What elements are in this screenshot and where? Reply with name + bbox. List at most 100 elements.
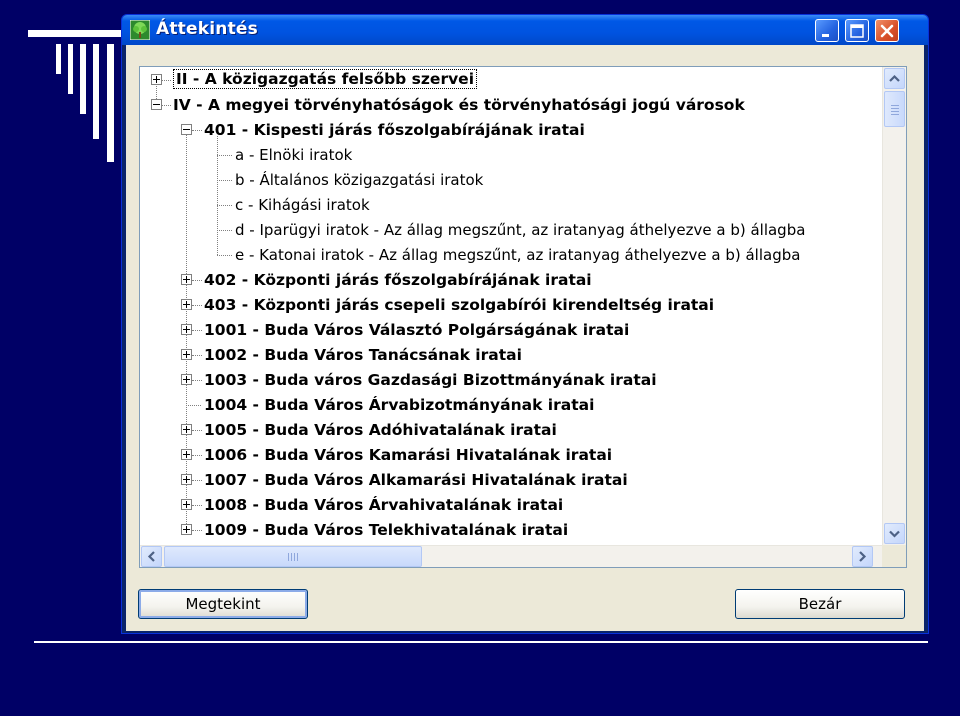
tree-node[interactable]: c - Kihágási iratok: [140, 193, 870, 218]
tree-connector-line: [192, 480, 202, 481]
scroll-down-button[interactable]: [884, 523, 905, 544]
expand-icon[interactable]: [181, 324, 192, 335]
tree-node-label[interactable]: 1007 - Buda Város Alkamarási Hivatalának…: [204, 471, 628, 489]
tree-node[interactable]: 403 - Központi járás csepeli szolgabírói…: [140, 293, 870, 318]
tree-connector-line: [186, 405, 201, 406]
tree-node-label[interactable]: 1006 - Buda Város Kamarási Hivatalának i…: [204, 446, 612, 464]
tree-node-label[interactable]: II - A közigazgatás felsőbb szervei: [173, 69, 478, 89]
tree-connector-line: [217, 255, 232, 256]
scroll-left-button[interactable]: [141, 546, 162, 567]
tree-connector-line: [217, 205, 232, 206]
chevron-down-icon: [889, 530, 900, 538]
tree-node[interactable]: 1001 - Buda Város Választó Polgárságának…: [140, 318, 870, 343]
tree-node-label[interactable]: 1004 - Buda Város Árvabizotmányának irat…: [204, 396, 594, 414]
tree-connector-line: [192, 130, 202, 131]
tree-node-label[interactable]: IV - A megyei törvényhatóságok és törvén…: [173, 96, 745, 114]
window-title: Áttekintés: [156, 19, 258, 39]
close-button[interactable]: [875, 19, 899, 42]
tree-node-label[interactable]: b - Általános közigazgatási iratok: [235, 171, 483, 189]
tree-connector-line: [192, 355, 202, 356]
tree-connector-line: [192, 330, 202, 331]
tree-node[interactable]: II - A közigazgatás felsőbb szervei: [140, 68, 870, 93]
tree-connector-line: [162, 105, 171, 106]
expand-icon[interactable]: [181, 474, 192, 485]
tree-node-label[interactable]: 1003 - Buda város Gazdasági Bizottmányán…: [204, 371, 657, 389]
tree-node[interactable]: 1006 - Buda Város Kamarási Hivatalának i…: [140, 443, 870, 468]
minimize-icon: [822, 34, 829, 37]
tree-connector-line: [162, 80, 171, 81]
tree-node-label[interactable]: 1009 - Buda Város Telekhivatalának irata…: [204, 521, 568, 539]
tree-connector-line: [192, 430, 202, 431]
expand-icon[interactable]: [181, 424, 192, 435]
vertical-scrollbar[interactable]: [882, 67, 906, 546]
tree-node-label[interactable]: 403 - Központi járás csepeli szolgabírói…: [204, 296, 714, 314]
horizontal-scrollbar[interactable]: [140, 545, 884, 567]
tree-node[interactable]: 1004 - Buda Város Árvabizotmányának irat…: [140, 393, 870, 418]
tree-node-label[interactable]: 1002 - Buda Város Tanácsának iratai: [204, 346, 522, 364]
chevron-left-icon: [147, 551, 155, 562]
chevron-right-icon: [859, 551, 867, 562]
tree-connector-line: [192, 455, 202, 456]
tree-node[interactable]: 1003 - Buda város Gazdasági Bizottmányán…: [140, 368, 870, 393]
maximize-icon: [850, 24, 864, 38]
close-dialog-button[interactable]: Bezár: [735, 589, 905, 619]
tree-node-label[interactable]: 1008 - Buda Város Árvahivatalának iratai: [204, 496, 563, 514]
tree-connector-line: [217, 230, 232, 231]
tree-rows: II - A közigazgatás felsőbb szervei IV - …: [140, 67, 870, 546]
overview-window: Áttekintés II - A közigazgatás felsőbb s…: [121, 14, 929, 634]
expand-icon[interactable]: [181, 349, 192, 360]
expand-icon[interactable]: [181, 449, 192, 460]
tree-node[interactable]: 402 - Központi járás főszolgabírájának i…: [140, 268, 870, 293]
view-button[interactable]: Megtekint: [138, 589, 308, 619]
tree-node[interactable]: 1008 - Buda Város Árvahivatalának iratai: [140, 493, 870, 518]
dialog-body: II - A közigazgatás felsőbb szervei IV - …: [126, 45, 924, 631]
expand-icon[interactable]: [181, 524, 192, 535]
minimize-button[interactable]: [815, 19, 839, 42]
tree-connector-line: [192, 280, 202, 281]
tree-node[interactable]: 401 - Kispesti járás főszolgabírájának i…: [140, 118, 870, 143]
tree-connector-line: [217, 180, 232, 181]
maximize-button[interactable]: [845, 19, 869, 42]
tree-connector-line: [192, 505, 202, 506]
collapse-icon[interactable]: [151, 99, 162, 110]
tree-node[interactable]: b - Általános közigazgatási iratok: [140, 168, 870, 193]
tree-node-label[interactable]: e - Katonai iratok - Az állag megszűnt, …: [235, 246, 800, 264]
tree-node[interactable]: 1007 - Buda Város Alkamarási Hivatalának…: [140, 468, 870, 493]
tree-node[interactable]: 1002 - Buda Város Tanácsának iratai: [140, 343, 870, 368]
slide-decoration-bars: [28, 30, 124, 170]
collapse-icon[interactable]: [181, 124, 192, 135]
tree-node[interactable]: IV - A megyei törvényhatóságok és törvén…: [140, 93, 870, 118]
tree-node-label[interactable]: 1001 - Buda Város Választó Polgárságának…: [204, 321, 629, 339]
expand-icon[interactable]: [181, 499, 192, 510]
tree-node-label[interactable]: c - Kihágási iratok: [235, 196, 370, 214]
expand-icon[interactable]: [181, 299, 192, 310]
tree-node-label[interactable]: 402 - Központi járás főszolgabírájának i…: [204, 271, 592, 289]
tree-node[interactable]: 1009 - Buda Város Telekhivatalának irata…: [140, 518, 870, 543]
scroll-up-button[interactable]: [884, 68, 905, 89]
horizontal-scroll-thumb[interactable]: [164, 546, 422, 567]
tree-connector-line: [192, 305, 202, 306]
vertical-scroll-thumb[interactable]: [884, 91, 905, 127]
tree-node[interactable]: d - Iparügyi iratok - Az állag megszűnt,…: [140, 218, 870, 243]
expand-icon[interactable]: [181, 274, 192, 285]
tree-node-label[interactable]: a - Elnöki iratok: [235, 146, 352, 164]
expand-icon[interactable]: [181, 374, 192, 385]
slide-divider-line: [34, 641, 928, 643]
tree-node-label[interactable]: 1005 - Buda Város Adóhivatalának iratai: [204, 421, 557, 439]
tree-connector-line: [192, 530, 202, 531]
tree-node[interactable]: a - Elnöki iratok: [140, 143, 870, 168]
title-bar[interactable]: Áttekintés: [122, 15, 928, 45]
tree-node[interactable]: e - Katonai iratok - Az állag megszűnt, …: [140, 243, 870, 268]
tree-view[interactable]: II - A közigazgatás felsőbb szervei IV - …: [139, 66, 907, 568]
tree-connector-line: [217, 155, 232, 156]
tree-node-label[interactable]: 401 - Kispesti járás főszolgabírájának i…: [204, 121, 585, 139]
tree-app-icon: [129, 19, 151, 41]
scroll-right-button[interactable]: [852, 546, 873, 567]
tree-node-label[interactable]: d - Iparügyi iratok - Az állag megszűnt,…: [235, 221, 805, 239]
tree-node[interactable]: 1005 - Buda Város Adóhivatalának iratai: [140, 418, 870, 443]
tree-connector-line: [192, 380, 202, 381]
expand-icon[interactable]: [151, 74, 162, 85]
close-icon: [880, 24, 894, 38]
chevron-up-icon: [889, 74, 900, 82]
scrollbar-corner: [882, 545, 906, 567]
